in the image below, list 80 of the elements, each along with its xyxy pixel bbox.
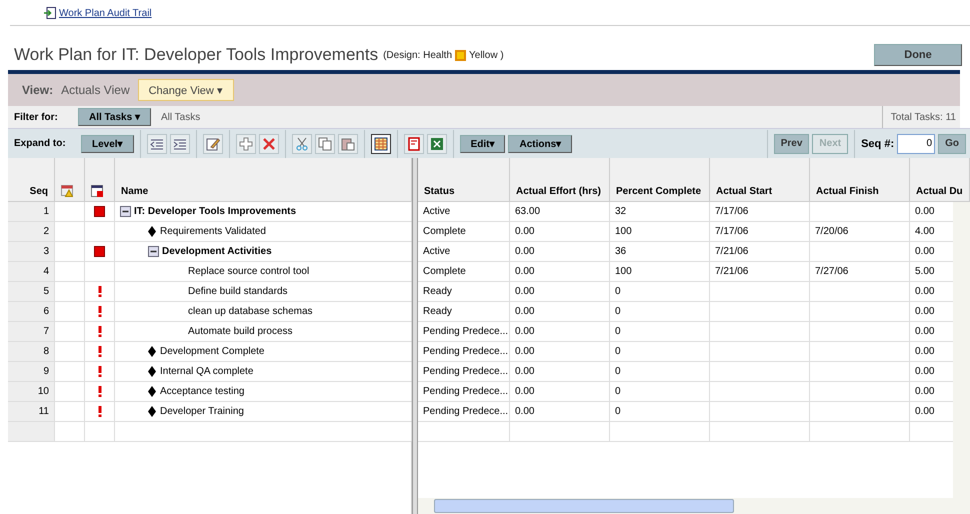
window-flag-icon [91, 185, 103, 197]
level-dropdown[interactable]: Level▾ [81, 134, 134, 152]
actions-dropdown[interactable]: Actions▾ [508, 134, 572, 152]
collapse-icon[interactable] [148, 246, 159, 257]
prev-button[interactable]: Prev [774, 134, 810, 154]
seq-cell: 10 [8, 382, 55, 401]
outdent-tool-button[interactable] [146, 134, 167, 154]
task-name[interactable]: Requirements Validated [160, 226, 266, 237]
excel-tool-button[interactable] [426, 134, 447, 154]
seq-cell: 6 [8, 302, 55, 321]
column-header: Seq [8, 158, 55, 201]
task-name[interactable]: IT: Developer Tools Improvements [134, 206, 296, 217]
view-label: View: [22, 83, 54, 97]
column-header: Actual Effort (hrs) [510, 158, 610, 201]
audit-trail-link[interactable]: Work Plan Audit Trail [59, 8, 152, 18]
task-name[interactable]: Internal QA complete [160, 366, 254, 377]
done-button[interactable]: Done [874, 44, 962, 66]
column-header: Percent Complete [610, 158, 710, 201]
spreadsheet-icon [430, 136, 444, 150]
task-name[interactable]: Development Activities [162, 246, 272, 257]
filter-label: Filter for: [13, 112, 59, 122]
seq-input[interactable]: 0 [897, 134, 936, 154]
copy-icon [318, 136, 332, 150]
plus-icon [238, 136, 253, 150]
note-pencil-icon [206, 136, 220, 150]
seq-cell: 1 [8, 202, 55, 221]
grid-icon [374, 136, 388, 150]
paste-icon [340, 136, 355, 150]
grid-tool-button[interactable] [370, 134, 391, 154]
column-header: Actual Start [710, 158, 810, 201]
seq-cell: 9 [8, 362, 55, 381]
cut-icon [294, 136, 309, 150]
indent-tool-button[interactable] [170, 134, 190, 154]
seq-cell: 2 [8, 222, 55, 241]
cut-tool-button[interactable] [292, 134, 312, 154]
seq-cell: 7 [8, 322, 55, 341]
task-name[interactable]: Developer Training [160, 406, 244, 417]
page-title: Work Plan for IT: Developer Tools Improvements [14, 45, 378, 65]
vertical-scrollbar[interactable] [953, 202, 970, 498]
pdf-icon [406, 136, 421, 150]
seq-cell: 4 [8, 262, 55, 281]
task-name[interactable]: Replace source control tool [188, 266, 310, 277]
seq-cell: 11 [8, 402, 55, 421]
collapse-icon[interactable] [120, 206, 131, 217]
seq-label: Seq #: [861, 138, 894, 150]
column-header: Name [115, 158, 412, 201]
edit-dropdown[interactable]: Edit▾ [460, 134, 506, 152]
expand-label: Expand to: [13, 138, 67, 149]
paste-tool-button[interactable] [338, 134, 358, 154]
task-name[interactable]: clean up database schemas [188, 306, 313, 317]
delete-tool-button[interactable] [258, 134, 279, 154]
design-health-label: (Design: Health [383, 50, 452, 60]
go-button[interactable]: Go [938, 134, 966, 154]
calendar-warning-icon [61, 185, 73, 197]
health-value: Yellow ) [469, 50, 504, 60]
seq-cell: 5 [8, 282, 55, 301]
delete-icon [262, 136, 276, 150]
task-name[interactable]: Automate build process [188, 326, 293, 337]
audit-icon [44, 7, 56, 19]
copy-tool-button[interactable] [314, 134, 335, 154]
edit-tool-button[interactable] [202, 134, 223, 154]
column-header: Status [418, 158, 510, 201]
change-view-button[interactable]: Change View ▾ [138, 79, 234, 101]
view-value: Actuals View [61, 83, 130, 97]
health-swatch [455, 50, 466, 60]
column-header: Actual Finish [810, 158, 910, 201]
seq-cell: 3 [8, 242, 55, 261]
column-header: Actual Du [910, 158, 970, 201]
task-name[interactable]: Development Complete [160, 346, 264, 357]
filter-value: All Tasks [160, 112, 200, 122]
indent-icon [172, 136, 187, 150]
pdf-tool-button[interactable] [404, 134, 424, 154]
add-tool-button[interactable] [236, 134, 256, 154]
scroll-thumb[interactable] [434, 499, 734, 513]
filter-dropdown[interactable]: All Tasks ▾ [78, 108, 151, 126]
seq-cell: 8 [8, 342, 55, 361]
outdent-icon [150, 136, 164, 150]
horizontal-scrollbar[interactable] [418, 498, 970, 514]
task-name[interactable]: Acceptance testing [160, 386, 244, 397]
task-name[interactable]: Define build standards [188, 286, 288, 297]
